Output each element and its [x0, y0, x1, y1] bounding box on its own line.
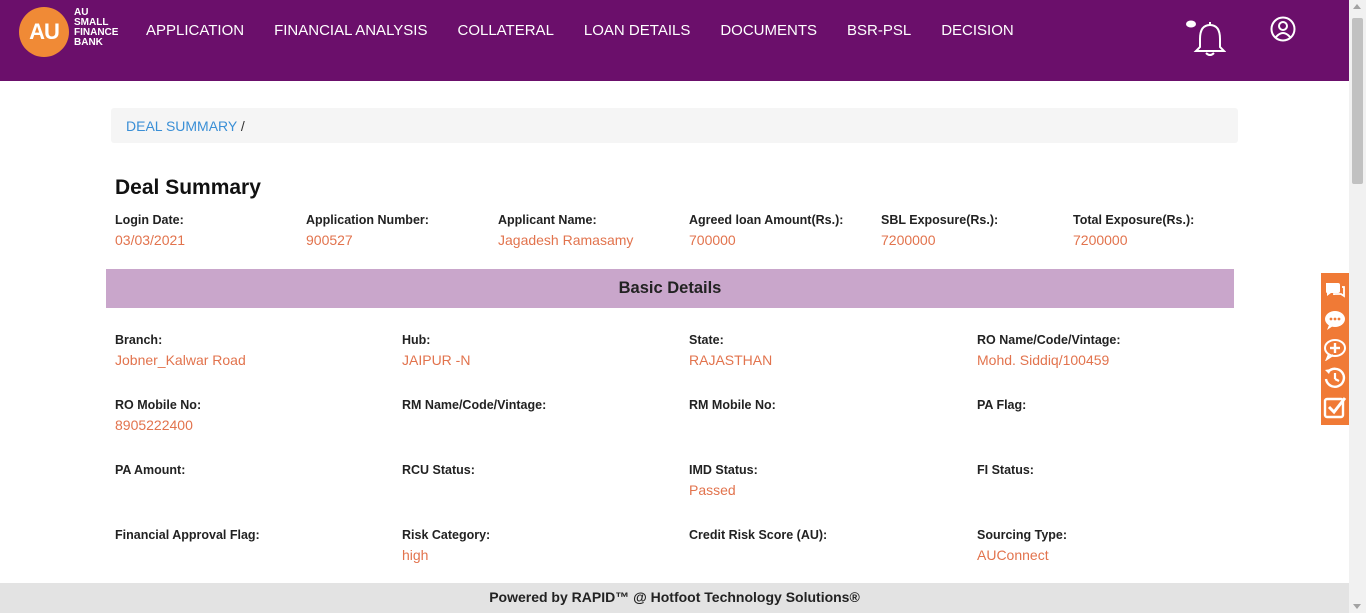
detail-hub: Hub: JAIPUR -N	[402, 333, 662, 368]
summary-sbl-exposure: SBL Exposure(Rs.): 7200000	[881, 213, 1061, 248]
field-value: Mohd. Siddiq/100459	[977, 352, 1110, 368]
field-label: RM Mobile No:	[689, 398, 776, 412]
field-label: RO Mobile No:	[115, 398, 202, 412]
logo-mark: AU	[29, 19, 60, 44]
detail-ro-name: RO Name/Code/Vintage: Mohd. Siddiq/10045…	[977, 333, 1237, 368]
scroll-up-arrow-icon[interactable]	[1353, 4, 1361, 9]
checklist-icon[interactable]	[1323, 395, 1347, 419]
page-title: Deal Summary	[115, 176, 261, 199]
field-label: Total Exposure(Rs.):	[1073, 213, 1195, 227]
field-label: Applicant Name:	[498, 213, 597, 227]
summary-application-number: Application Number: 900527	[306, 213, 486, 248]
summary-agreed-loan-amount: Agreed loan Amount(Rs.): 700000	[689, 213, 869, 248]
summary-applicant-name: Applicant Name: Jagadesh Ramasamy	[498, 213, 678, 248]
add-comment-icon[interactable]	[1323, 337, 1347, 362]
field-value: high	[402, 547, 429, 563]
detail-rcu-status: RCU Status:	[402, 463, 662, 482]
field-label: PA Amount:	[115, 463, 186, 477]
field-value: 7200000	[881, 232, 936, 248]
scroll-down-arrow-icon[interactable]	[1353, 604, 1361, 609]
chat-icon[interactable]	[1323, 279, 1347, 303]
au-bank-logo[interactable]: AU	[19, 7, 69, 57]
field-value: JAIPUR -N	[402, 352, 471, 368]
detail-pa-flag: PA Flag:	[977, 398, 1237, 417]
field-label: Financial Approval Flag:	[115, 528, 260, 542]
field-label: FI Status:	[977, 463, 1034, 477]
field-label: SBL Exposure(Rs.):	[881, 213, 999, 227]
field-value: Jobner_Kalwar Road	[115, 352, 246, 368]
field-label: Agreed loan Amount(Rs.):	[689, 213, 844, 227]
field-label: IMD Status:	[689, 463, 758, 477]
field-value: 700000	[689, 232, 736, 248]
nav-application[interactable]: APPLICATION	[146, 22, 244, 39]
detail-imd-status: IMD Status: Passed	[689, 463, 949, 498]
detail-risk-category: Risk Category: high	[402, 528, 662, 563]
nav-collateral[interactable]: COLLATERAL	[457, 22, 553, 39]
field-value: 7200000	[1073, 232, 1128, 248]
detail-rm-name: RM Name/Code/Vintage:	[402, 398, 662, 417]
nav-financial-analysis[interactable]: FINANCIAL ANALYSIS	[274, 22, 427, 39]
scroll-thumb[interactable]	[1352, 18, 1363, 184]
breadcrumb: DEAL SUMMARY /	[111, 108, 1238, 143]
field-value: 900527	[306, 232, 353, 248]
field-label: RCU Status:	[402, 463, 475, 477]
field-label: Sourcing Type:	[977, 528, 1068, 542]
detail-rm-mobile: RM Mobile No:	[689, 398, 949, 417]
detail-pa-amount: PA Amount:	[115, 463, 375, 482]
field-label: PA Flag:	[977, 398, 1027, 412]
vertical-scrollbar[interactable]	[1349, 0, 1366, 613]
field-label: Login Date:	[115, 213, 184, 227]
nav-bsr-psl[interactable]: BSR-PSL	[847, 22, 911, 39]
detail-credit-risk-score: Credit Risk Score (AU):	[689, 528, 949, 547]
field-label: Branch:	[115, 333, 163, 347]
history-icon[interactable]	[1323, 366, 1347, 390]
bell-icon[interactable]	[1186, 19, 1226, 57]
nav-documents[interactable]: DOCUMENTS	[720, 22, 817, 39]
field-value: RAJASTHAN	[689, 352, 773, 368]
field-label: Hub:	[402, 333, 431, 347]
detail-branch: Branch: Jobner_Kalwar Road	[115, 333, 375, 368]
detail-financial-approval-flag: Financial Approval Flag:	[115, 528, 375, 547]
detail-sourcing-type: Sourcing Type: AUConnect	[977, 528, 1237, 563]
top-navbar: AU AU SMALL FINANCE BANK APPLICATION FIN…	[0, 0, 1349, 81]
breadcrumb-separator: /	[240, 118, 245, 134]
field-value: 03/03/2021	[115, 232, 186, 248]
side-action-toolbar	[1321, 273, 1349, 425]
field-label: State:	[689, 333, 724, 347]
field-label: RM Name/Code/Vintage:	[402, 398, 547, 412]
field-value: Passed	[689, 482, 736, 498]
detail-fi-status: FI Status:	[977, 463, 1237, 482]
detail-state: State: RAJASTHAN	[689, 333, 949, 368]
breadcrumb-deal-summary[interactable]: DEAL SUMMARY	[126, 118, 237, 134]
field-value: Jagadesh Ramasamy	[498, 232, 634, 248]
user-icon[interactable]	[1270, 16, 1296, 42]
logo-text: AU SMALL FINANCE BANK	[74, 8, 118, 48]
comment-icon[interactable]	[1323, 308, 1347, 332]
logo-line: BANK	[74, 37, 103, 48]
field-label: Risk Category:	[402, 528, 491, 542]
detail-ro-mobile: RO Mobile No: 8905222400	[115, 398, 375, 433]
field-value: AUConnect	[977, 547, 1049, 563]
main-nav: APPLICATION FINANCIAL ANALYSIS COLLATERA…	[146, 22, 1044, 39]
summary-total-exposure: Total Exposure(Rs.): 7200000	[1073, 213, 1253, 248]
field-label: RO Name/Code/Vintage:	[977, 333, 1121, 347]
footer-powered-by: Powered by RAPID™ @ Hotfoot Technology S…	[0, 583, 1349, 613]
nav-decision[interactable]: DECISION	[941, 22, 1014, 39]
nav-loan-details[interactable]: LOAN DETAILS	[584, 22, 690, 39]
summary-login-date: Login Date: 03/03/2021	[115, 213, 295, 248]
field-label: Application Number:	[306, 213, 429, 227]
field-value: 8905222400	[115, 417, 193, 433]
field-label: Credit Risk Score (AU):	[689, 528, 828, 542]
basic-details-header: Basic Details	[106, 269, 1234, 308]
